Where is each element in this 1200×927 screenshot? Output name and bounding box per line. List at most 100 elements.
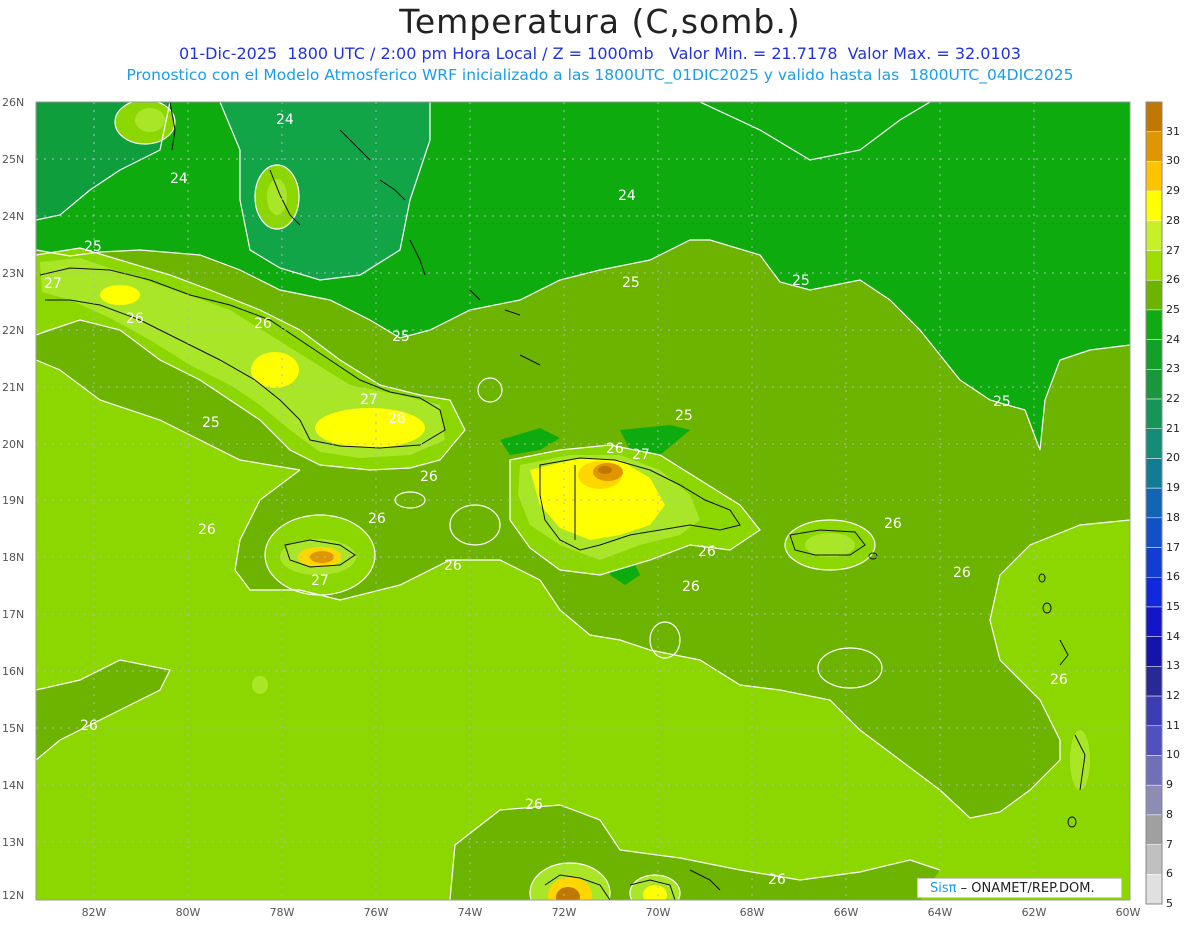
colorbar-label: 18 [1166,510,1180,524]
contour-label: 26 [698,544,716,560]
colorbar-label: 20 [1166,451,1180,465]
colorbar-swatch [1145,487,1163,519]
contour-label: 25 [622,275,640,291]
lat-label: 25N [2,153,25,166]
contour-label: 26 [1050,672,1068,688]
lat-label: 14N [2,779,25,792]
temp-field-28 [315,408,425,448]
contour-label: 26 [768,872,786,888]
contour-label: 25 [392,329,410,345]
colorbar-label: 7 [1166,837,1173,851]
colorbar-swatch [1145,428,1163,459]
branding-text: – ONAMET/REP.DOM. [956,881,1095,896]
temp-field-27 [805,533,855,557]
subtitle-model-line: Pronostico con el Modelo Atmosferico WRF… [126,66,1074,84]
colorbar-swatch [1145,161,1163,192]
colorbar-label: 6 [1166,867,1173,881]
contour-label: 26 [953,565,971,581]
colorbar-label: 5 [1166,897,1173,910]
colorbar-swatch [1145,309,1163,340]
colorbar-swatch [1145,636,1163,667]
temp-field-27 [252,676,268,694]
contour-label: 26 [525,797,543,813]
colorbar-label: 23 [1166,362,1180,376]
contour-label: 25 [675,408,693,424]
lat-label: 13N [2,836,25,849]
contour-label: 27 [632,447,650,463]
colorbar-swatch [1145,755,1163,786]
temp-field-27 [1070,730,1090,790]
contour-label: 26 [884,516,902,532]
colorbar-swatch [1145,131,1163,162]
lat-label: 18N [2,551,25,564]
temp-field-30 [310,551,334,563]
temp-field-27 [135,108,165,132]
lat-label: 26N [2,96,25,109]
colorbar [1145,101,1163,905]
colorbar-swatch [1145,666,1163,697]
contour-label: 25 [792,273,810,289]
lon-label: 66W [833,906,859,919]
colorbar-label: 30 [1166,154,1180,168]
contour-label: 26 [444,558,462,574]
contour-label: 28 [388,411,406,427]
colorbar-label: 21 [1166,421,1180,435]
colorbar-label: 28 [1166,213,1180,227]
temp-field-31 [556,887,580,900]
colorbar-label: 12 [1166,689,1180,703]
lat-label: 16N [2,665,25,678]
contour-label: 25 [84,239,102,255]
lat-label: 15N [2,722,25,735]
colorbar-label: 19 [1166,481,1180,495]
lon-label: 62W [1021,906,1047,919]
lat-label: 24N [2,210,25,223]
temp-field-31 [598,466,612,474]
colorbar-swatch [1145,101,1163,132]
colorbar-label: 13 [1166,659,1180,673]
colorbar-swatch [1145,220,1163,251]
page-title: Temperatura (C,somb.) [399,2,801,41]
lon-label: 80W [175,906,201,919]
contour-label: 25 [202,415,220,431]
contour-label: 26 [126,311,144,327]
lon-label: 60W [1115,906,1141,919]
contour-label: 24 [618,188,636,204]
colorbar-swatch [1145,874,1163,905]
lon-label: 68W [739,906,765,919]
lat-label: 23N [2,267,25,280]
contour-label: 27 [311,573,329,589]
contour-label: 26 [80,718,98,734]
lat-label: 21N [2,381,25,394]
contour-label: 26 [198,522,216,538]
colorbar-label: 15 [1166,599,1180,613]
colorbar-label: 31 [1166,124,1180,138]
colorbar-label: 10 [1166,748,1180,762]
colorbar-swatch [1145,250,1163,281]
colorbar-swatch [1145,279,1163,311]
temperature-map: 24 24 24 25 25 25 25 25 25 25 26 26 26 2… [35,101,1163,905]
colorbar-label: 17 [1166,540,1180,554]
lat-label: 20N [2,438,25,451]
contour-label: 26 [368,511,386,527]
colorbar-swatch [1145,725,1163,756]
temp-field-28 [100,285,140,305]
colorbar-swatch [1145,577,1163,608]
temp-field-28 [643,885,667,900]
colorbar-label: 9 [1166,778,1173,792]
colorbar-swatch [1145,695,1163,727]
lat-label: 17N [2,608,25,621]
colorbar-swatch [1145,606,1163,637]
contour-label: 24 [276,112,294,128]
lon-label: 82W [81,906,107,919]
contour-label: 26 [254,316,272,332]
contour-label: 26 [682,579,700,595]
lon-label: 78W [269,906,295,919]
lon-label: 64W [927,906,953,919]
colorbar-label: 29 [1166,184,1180,198]
contour-label: 25 [993,394,1011,410]
colorbar-label: 16 [1166,570,1180,584]
contour-label: 27 [44,276,62,292]
subtitle-date-line: 01-Dic-2025 1800 UTC / 2:00 pm Hora Loca… [179,44,1021,63]
colorbar-swatch [1145,369,1163,400]
contour-label: 26 [606,441,624,457]
